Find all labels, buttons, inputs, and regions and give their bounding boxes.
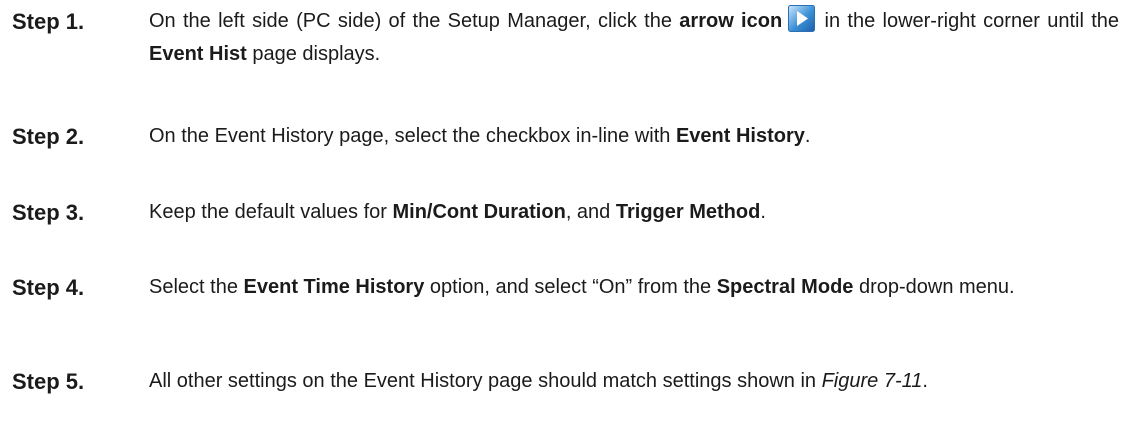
step-text-segment: .: [760, 201, 766, 223]
step-label: Step 1.: [12, 9, 85, 34]
step-text-segment: All other settings on the Event History …: [149, 370, 822, 392]
step-text: On the Event History page, select the ch…: [149, 120, 1119, 153]
step-text-bold: Spectral Mode: [716, 276, 854, 298]
step-label: Step 4.: [12, 275, 85, 300]
step-text-segment: drop-down menu.: [853, 276, 1015, 298]
step-text: Select the Event Time History option, an…: [149, 271, 1119, 304]
step-text-segment: .: [922, 370, 928, 392]
step-text-bold: Event History: [675, 125, 805, 147]
step-text: Keep the default values for Min/Cont Dur…: [149, 196, 1119, 229]
step-text-segment: option, and select “On” from the: [424, 276, 717, 298]
step-text-bold: Event Hist: [149, 43, 247, 65]
step-text-bold: Trigger Method: [615, 201, 761, 223]
step-text-segment: , and: [565, 201, 616, 223]
step-text: All other settings on the Event History …: [149, 365, 1119, 398]
step-label: Step 2.: [12, 124, 85, 149]
step-text-bold: Event Time History: [243, 276, 425, 298]
step-label: Step 3.: [12, 200, 85, 225]
step-text-segment: On the Event History page, select the ch…: [149, 125, 676, 147]
step-text-segment: On the left side (PC side) of the Setup …: [149, 10, 680, 32]
step-text-segment: Select the: [149, 276, 244, 298]
arrow-right-icon: [788, 5, 816, 32]
step-text-segment: .: [804, 125, 811, 147]
step-text-segment: page displays.: [246, 43, 381, 65]
step-label: Step 5.: [12, 369, 85, 394]
step-text-bold: arrow icon: [679, 10, 783, 32]
step-text: On the left side (PC side) of the Setup …: [149, 5, 1119, 71]
step-text-segment: in the lower-right corner until the: [817, 10, 1120, 32]
step-text-bold: Min/Cont Duration: [392, 201, 566, 223]
figure-reference: Figure 7-11: [821, 370, 923, 392]
step-text-segment: Keep the default values for: [149, 201, 393, 223]
